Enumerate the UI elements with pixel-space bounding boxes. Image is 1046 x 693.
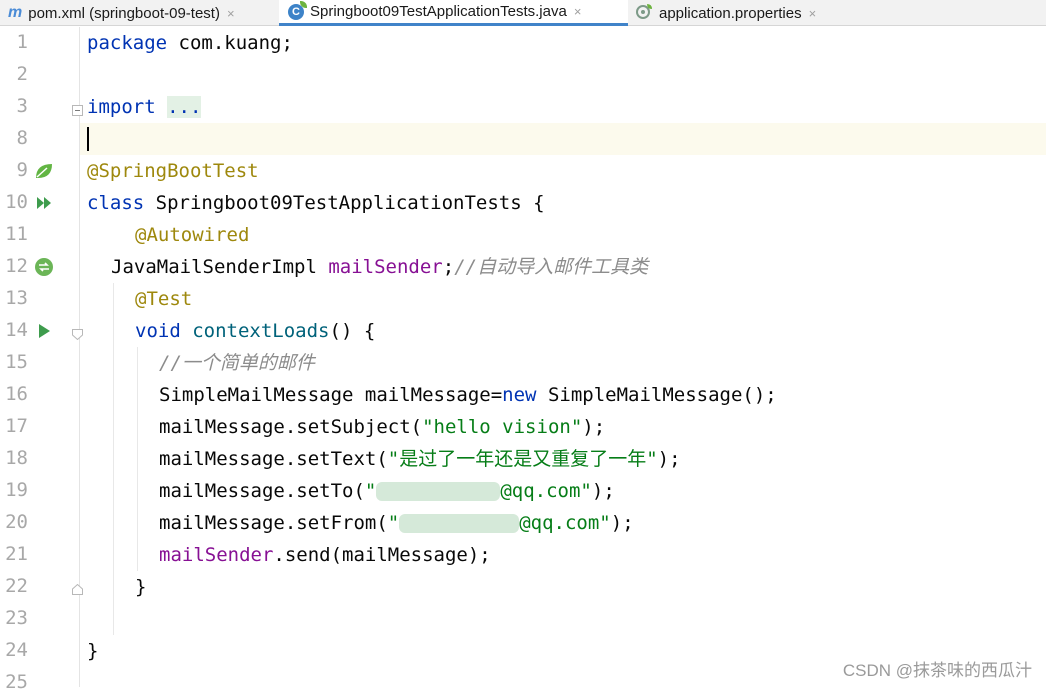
- close-icon[interactable]: ×: [809, 6, 817, 21]
- line-number: 22: [5, 575, 28, 597]
- line-number: 23: [5, 607, 28, 629]
- tab-pom-xml[interactable]: m pom.xml (springboot-09-test) ×: [8, 0, 235, 26]
- line-number: 16: [5, 383, 28, 405]
- text-caret: [87, 127, 89, 151]
- line-number: 24: [5, 639, 28, 661]
- line-number: 3: [16, 95, 28, 117]
- tab-label: Springboot09TestApplicationTests.java: [310, 3, 567, 20]
- line-number: 20: [5, 511, 28, 533]
- line-number: 18: [5, 447, 28, 469]
- indent-guide: [113, 283, 114, 635]
- tab-application-properties[interactable]: application.properties ×: [636, 0, 816, 26]
- code-line-16: SimpleMailMessage mailMessage=new Simple…: [159, 384, 777, 406]
- line-number: 21: [5, 543, 28, 565]
- line-number: 9: [16, 159, 28, 181]
- code-line-17: mailMessage.setSubject("hello vision");: [159, 416, 606, 438]
- close-icon[interactable]: ×: [574, 4, 582, 19]
- folded-imports[interactable]: ...: [167, 96, 202, 118]
- maven-m-icon: m: [8, 4, 23, 21]
- line-number: 25: [5, 671, 28, 693]
- line-number: 17: [5, 415, 28, 437]
- autowired-navigate-icon[interactable]: [34, 257, 54, 277]
- code-line-12: JavaMailSenderImpl mailSender;//自动导入邮件工具…: [111, 256, 649, 278]
- tab-springboot09-test-application-tests[interactable]: C Springboot09TestApplicationTests.java …: [279, 0, 628, 26]
- line-number: 15: [5, 351, 28, 373]
- line-number: 13: [5, 287, 28, 309]
- spring-bean-leaf-icon[interactable]: [34, 161, 54, 181]
- code-line-10: class Springboot09TestApplicationTests {: [87, 192, 545, 214]
- run-all-tests-icon[interactable]: [34, 193, 54, 213]
- caret-line-highlight: [80, 123, 1046, 155]
- code-line-15: //一个简单的邮件: [159, 352, 315, 374]
- redacted-email: [399, 514, 520, 533]
- line-number: 11: [5, 223, 28, 245]
- redacted-email: [376, 482, 501, 501]
- code-line-1: package com.kuang;: [87, 32, 293, 54]
- run-test-icon[interactable]: [34, 321, 54, 341]
- tab-label: application.properties: [659, 4, 802, 22]
- line-number: 14: [5, 319, 28, 341]
- code-line-13: @Test: [135, 288, 193, 310]
- line-number: 12: [5, 255, 28, 277]
- code-line-20: mailMessage.setFrom(" @qq.com");: [159, 512, 634, 534]
- line-number: 19: [5, 479, 28, 501]
- code-line-3: import ...: [87, 96, 202, 118]
- tab-label: pom.xml (springboot-09-test): [28, 4, 220, 22]
- line-number: 1: [16, 31, 28, 53]
- code-editor[interactable]: package com.kuang; import ... @SpringBoo…: [80, 27, 1046, 687]
- line-number: 2: [16, 63, 28, 85]
- close-icon[interactable]: ×: [227, 6, 235, 21]
- code-line-19: mailMessage.setTo(" @qq.com");: [159, 480, 615, 502]
- code-line-14: void contextLoads() {: [135, 320, 376, 342]
- code-line-18: mailMessage.setText("是过了一年还是又重复了一年");: [159, 448, 681, 470]
- editor-gutter: 1 2 3 8 9 10 11 12 13 14 15 16 17 18 19 …: [0, 27, 83, 693]
- spring-java-class-icon: C: [288, 0, 307, 20]
- spring-properties-icon: [636, 3, 653, 24]
- code-line-22: }: [135, 576, 147, 598]
- code-line-21: mailSender.send(mailMessage);: [159, 544, 491, 566]
- indent-guide: [137, 347, 138, 571]
- line-number: 8: [16, 127, 28, 149]
- line-number: 10: [5, 191, 28, 213]
- editor-tab-bar: m pom.xml (springboot-09-test) × C Sprin…: [0, 0, 1046, 26]
- code-line-11: @Autowired: [135, 224, 250, 246]
- watermark: CSDN @抹茶味的西瓜汁: [842, 661, 1032, 680]
- code-line-24: }: [87, 640, 99, 662]
- code-line-9: @SpringBootTest: [87, 160, 259, 182]
